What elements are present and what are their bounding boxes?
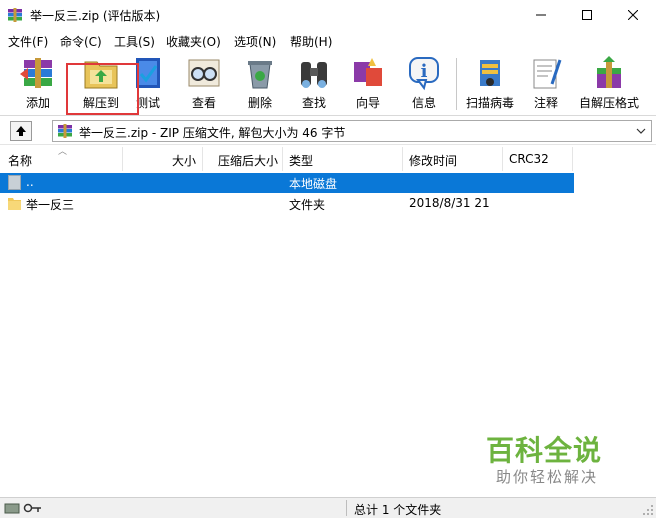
toolbar-add-label: 添加 [25,96,50,110]
toolbar-wizard-button[interactable]: 向导 [344,54,392,114]
toolbar-view-label: 查看 [191,96,216,110]
window-title: 举一反三.zip (评估版本) [30,9,161,23]
maximize-button[interactable] [564,0,610,30]
toolbar: 添加 解压到 测试 查看 删除 查找 向导 i 信息 扫描病毒 注释 自解压格式 [0,52,656,116]
column-header-modified[interactable]: 修改时间 [403,147,503,171]
info-icon: i [409,57,439,91]
column-header-name[interactable]: ︿ 名称 [0,147,123,171]
row-type: 文件夹 [289,198,326,212]
column-header-crc32[interactable]: CRC32 [503,147,573,171]
toolbar-delete-label: 删除 [247,96,272,110]
sfx-icon [597,56,621,88]
row-name: 举一反三 [26,198,75,212]
find-binoculars-icon [301,62,327,88]
toolbar-delete-button[interactable]: 删除 [236,54,284,114]
toolbar-extract-label: 解压到 [82,96,119,110]
add-books-icon [20,58,52,88]
menu-file[interactable]: 文件(F) [8,33,48,50]
address-bar: 举一反三.zip - ZIP 压缩文件, 解包大小为 46 字节 [0,117,656,145]
status-bar: 总计 1 个文件夹 [0,497,656,518]
menu-commands[interactable]: 命令(C) [60,33,102,50]
svg-text:i: i [421,61,428,82]
minimize-icon [536,14,546,16]
comment-icon [533,59,562,89]
toolbar-sfx-label: 自解压格式 [578,96,639,110]
column-header-packed[interactable]: 压缩后大小 [203,147,283,171]
toolbar-test-button[interactable]: 测试 [128,54,168,114]
table-row-parent[interactable]: .. 本地磁盘 [0,173,574,193]
test-book-icon [136,58,160,88]
table-row-folder[interactable]: 举一反三 文件夹 2018/8/31 21 [0,194,574,214]
status-separator [346,500,347,516]
title-bar: 举一反三.zip (评估版本) [0,0,656,30]
view-glasses-icon [188,59,220,87]
archive-path-text: 举一反三.zip - ZIP 压缩文件, 解包大小为 46 字节 [79,126,346,140]
chevron-down-icon [636,128,646,134]
toolbar-extract-button[interactable]: 解压到 [70,54,132,114]
menu-favorites[interactable]: 收藏夹(O) [166,33,221,50]
toolbar-view-button[interactable]: 查看 [180,54,228,114]
column-header-type[interactable]: 类型 [283,147,403,171]
toolbar-add-button[interactable]: 添加 [14,54,62,114]
status-summary: 总计 1 个文件夹 [354,503,442,517]
menu-help[interactable]: 帮助(H) [290,33,332,50]
wizard-icon [354,58,382,86]
watermark-sub-text: 助你轻松解决 [496,468,599,486]
close-icon [628,10,638,20]
up-folder-button[interactable] [10,121,32,141]
path-dropdown-button[interactable] [633,123,649,139]
disk-key-icon [4,503,41,514]
watermark-main-text: 百科全说 [486,434,603,467]
toolbar-info-button[interactable]: i 信息 [400,54,448,114]
row-type: 本地磁盘 [289,177,338,191]
close-button[interactable] [610,0,656,30]
folder-icon [8,198,21,210]
maximize-icon [582,10,592,20]
row-name: .. [26,175,34,189]
column-header-size[interactable]: 大小 [123,147,203,171]
baike-watermark: 百科全说 助你轻松解决 [440,425,640,495]
toolbar-comment-button[interactable]: 注释 [524,54,568,114]
scan-virus-icon [480,60,500,86]
toolbar-wizard-label: 向导 [355,96,380,110]
toolbar-comment-label: 注释 [533,96,558,110]
menu-tools[interactable]: 工具(S) [114,33,155,50]
toolbar-find-button[interactable]: 查找 [290,54,338,114]
delete-recycle-icon [248,61,272,89]
zip-archive-icon [58,124,72,138]
up-arrow-icon [16,126,26,136]
menu-bar: 文件(F) 命令(C) 工具(S) 收藏夹(O) 选项(N) 帮助(H) [0,30,656,52]
toolbar-find-label: 查找 [301,96,326,110]
row-modified: 2018/8/31 21 [409,196,490,210]
resize-grip-icon[interactable] [642,504,654,516]
toolbar-test-label: 测试 [135,96,160,110]
sort-ascending-icon: ︿ [58,147,68,157]
extract-folder-icon [84,61,118,89]
winrar-app-icon [8,8,22,22]
toolbar-scan-virus-label: 扫描病毒 [465,96,514,110]
toolbar-info-label: 信息 [411,96,436,110]
toolbar-scan-virus-button[interactable]: 扫描病毒 [462,54,518,114]
toolbar-sfx-button[interactable]: 自解压格式 [576,54,642,114]
menu-options[interactable]: 选项(N) [234,33,276,50]
local-disk-icon [8,175,21,190]
minimize-button[interactable] [518,0,564,30]
archive-path-combobox[interactable]: 举一反三.zip - ZIP 压缩文件, 解包大小为 46 字节 [52,120,652,142]
toolbar-separator [456,58,457,110]
